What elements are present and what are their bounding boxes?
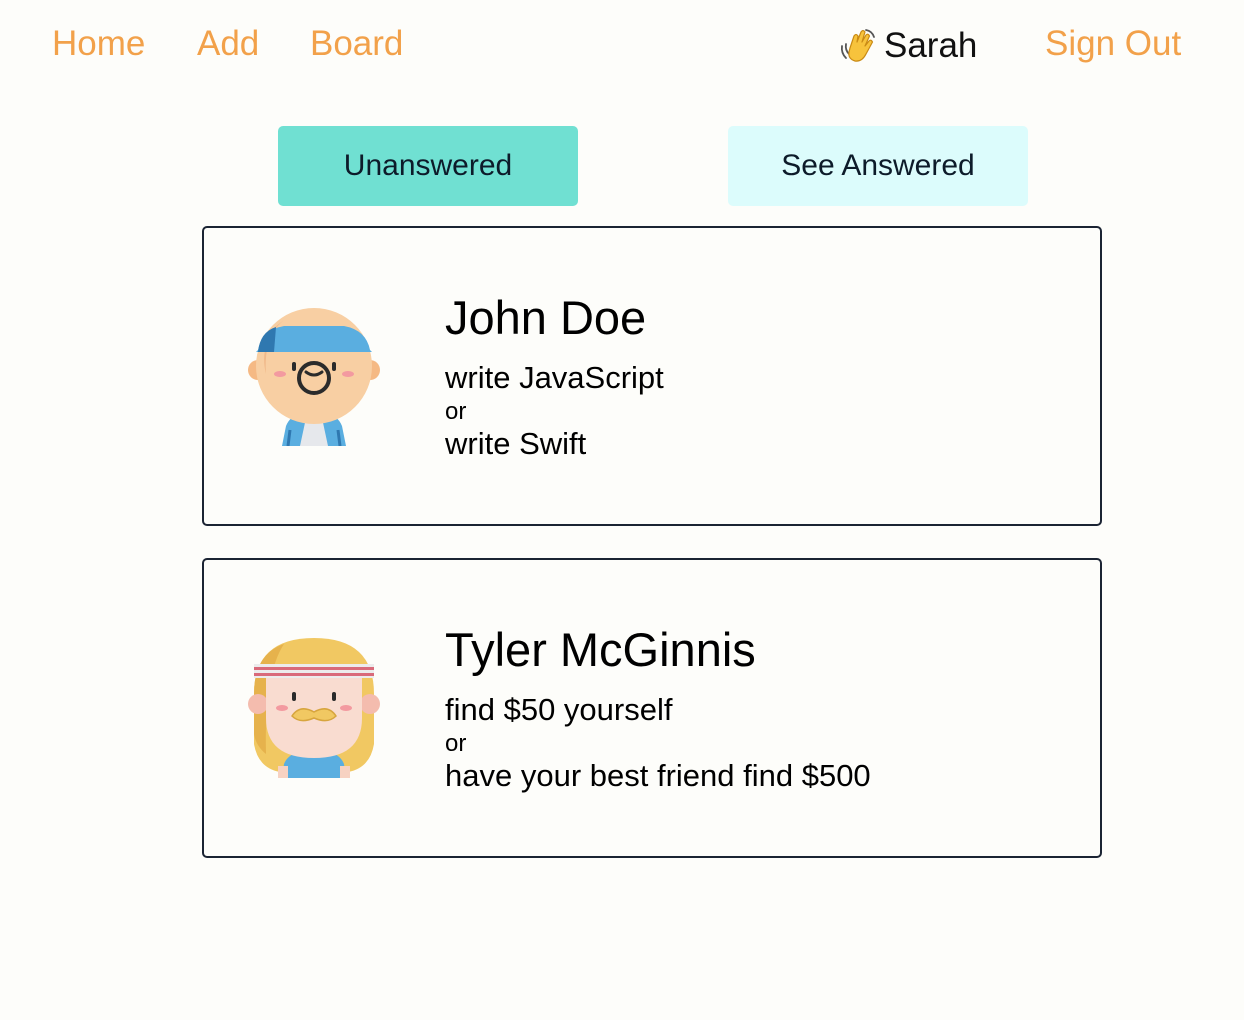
blonde-mustache-headband-avatar-icon	[244, 634, 384, 778]
user-greeting: Sarah	[838, 24, 977, 68]
question-card[interactable]: Tyler McGinnis find $50 yourself or have…	[202, 558, 1102, 858]
nav-board-link[interactable]: Board	[310, 22, 403, 66]
option-two-text: write Swift	[445, 426, 587, 461]
question-author: Tyler McGinnis	[445, 623, 756, 676]
option-two-text: have your best friend find $500	[445, 758, 871, 793]
waving-hand-icon	[838, 26, 878, 66]
or-label: or	[445, 730, 467, 757]
question-author: John Doe	[445, 291, 647, 344]
option-one-text: find $50 yourself	[445, 692, 673, 727]
boy-headband-avatar-icon	[244, 302, 384, 447]
tab-unanswered[interactable]: Unanswered	[278, 126, 578, 206]
nav-add-link[interactable]: Add	[197, 22, 259, 66]
nav-home-link[interactable]: Home	[52, 22, 145, 66]
tab-see-answered[interactable]: See Answered	[728, 126, 1028, 206]
or-label: or	[445, 398, 467, 425]
question-card[interactable]: John Doe write JavaScript or write Swift	[202, 226, 1102, 526]
user-name: Sarah	[884, 26, 978, 65]
top-nav: Home Add Board Sarah Sign Out	[0, 0, 1244, 90]
sign-out-link[interactable]: Sign Out	[1045, 22, 1181, 66]
option-one-text: write JavaScript	[445, 360, 664, 395]
